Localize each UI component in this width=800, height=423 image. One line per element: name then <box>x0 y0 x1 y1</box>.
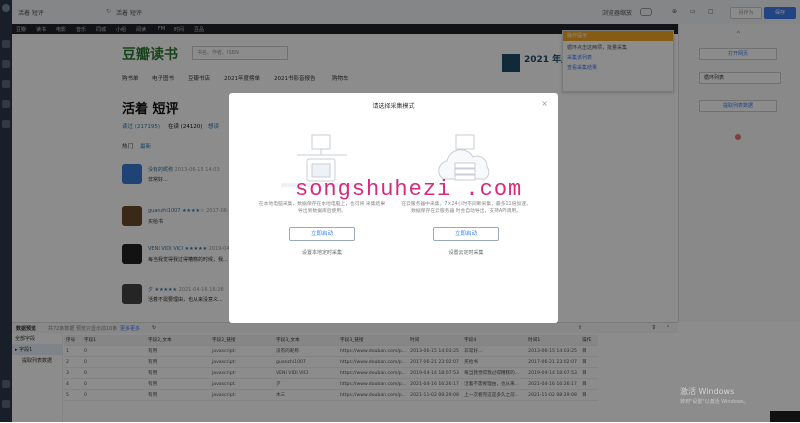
cloud-schedule-link[interactable]: 设置云定时采集 <box>401 249 531 256</box>
taskbar <box>770 411 800 422</box>
windows-activation-title: 激活 Windows <box>680 387 735 396</box>
start-cloud-button[interactable]: 立即启动 <box>433 227 499 241</box>
mode-select-dialog: 请选择采集模式 × 在本地电脑采集，数据保存在本地电脑上，也可将 采集结果导出到… <box>229 93 558 323</box>
local-mode-desc: 在本地电脑采集，数据保存在本地电脑上，也可将 采集结果导出到数据库后使用。 <box>258 202 386 214</box>
dialog-title: 请选择采集模式 <box>372 103 415 110</box>
local-schedule-link[interactable]: 设置本地定时采集 <box>257 249 387 256</box>
cloud-mode-desc: 在云服务器中采集，7×24小时不间断采集，最多11倍加速，数据保存在云服务器 时… <box>401 202 531 214</box>
close-icon[interactable]: × <box>541 99 548 108</box>
windows-activation-sub: 转到"设置"以激活 Windows。 <box>680 399 749 405</box>
start-local-button[interactable]: 立即启动 <box>289 227 355 241</box>
watermark: songshuhezi .com <box>295 177 523 202</box>
